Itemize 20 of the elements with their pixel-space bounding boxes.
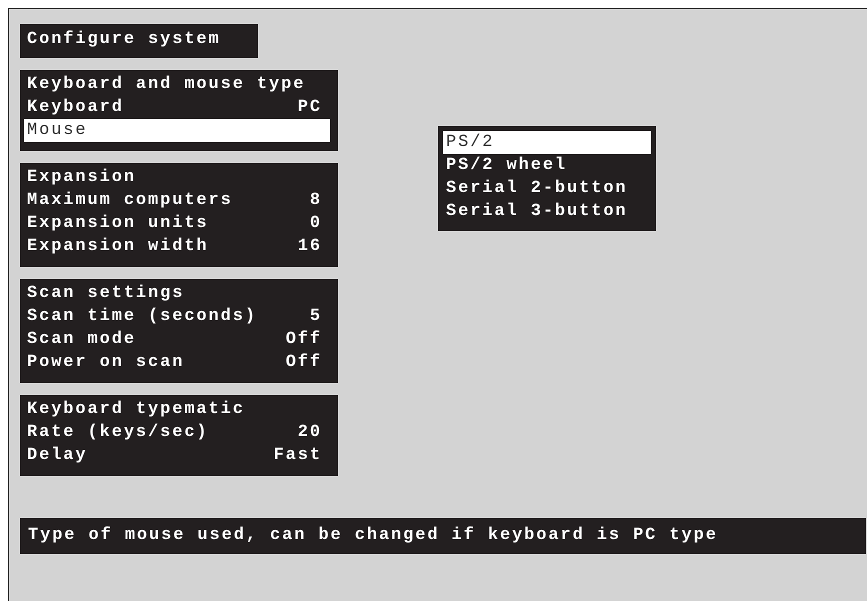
status-bar: Type of mouse used, can be changed if keyboard is PC type (20, 518, 866, 554)
setting-row[interactable]: Power on scan Off (24, 351, 330, 374)
menu-option[interactable]: PS/2 wheel (443, 154, 651, 177)
panel-heading: Keyboard and mouse type (26, 74, 306, 96)
panel-heading: Expansion (26, 167, 137, 189)
setting-row[interactable]: Rate (keys/sec) 20 (24, 421, 330, 444)
setting-row[interactable]: Keyboard PC (24, 96, 330, 119)
screen-title: Configure system (20, 24, 258, 58)
setting-row[interactable]: Expansion units 0 (24, 212, 330, 235)
menu-option[interactable]: PS/2 (443, 131, 651, 154)
menu-option[interactable]: Serial 2-button (443, 177, 651, 200)
setting-row[interactable]: Mouse (24, 119, 330, 142)
panel-heading: Keyboard typematic (26, 399, 246, 421)
panel-heading: Scan settings (26, 283, 186, 305)
setting-row[interactable]: Scan mode Off (24, 328, 330, 351)
setting-row[interactable]: Maximum computers 8 (24, 189, 330, 212)
menu-option[interactable]: Serial 3-button (443, 200, 651, 223)
setting-row[interactable]: Scan time (seconds) 5 (24, 305, 330, 328)
setting-row[interactable]: Expansion width 16 (24, 235, 330, 258)
setting-row[interactable]: Delay Fast (24, 444, 330, 467)
